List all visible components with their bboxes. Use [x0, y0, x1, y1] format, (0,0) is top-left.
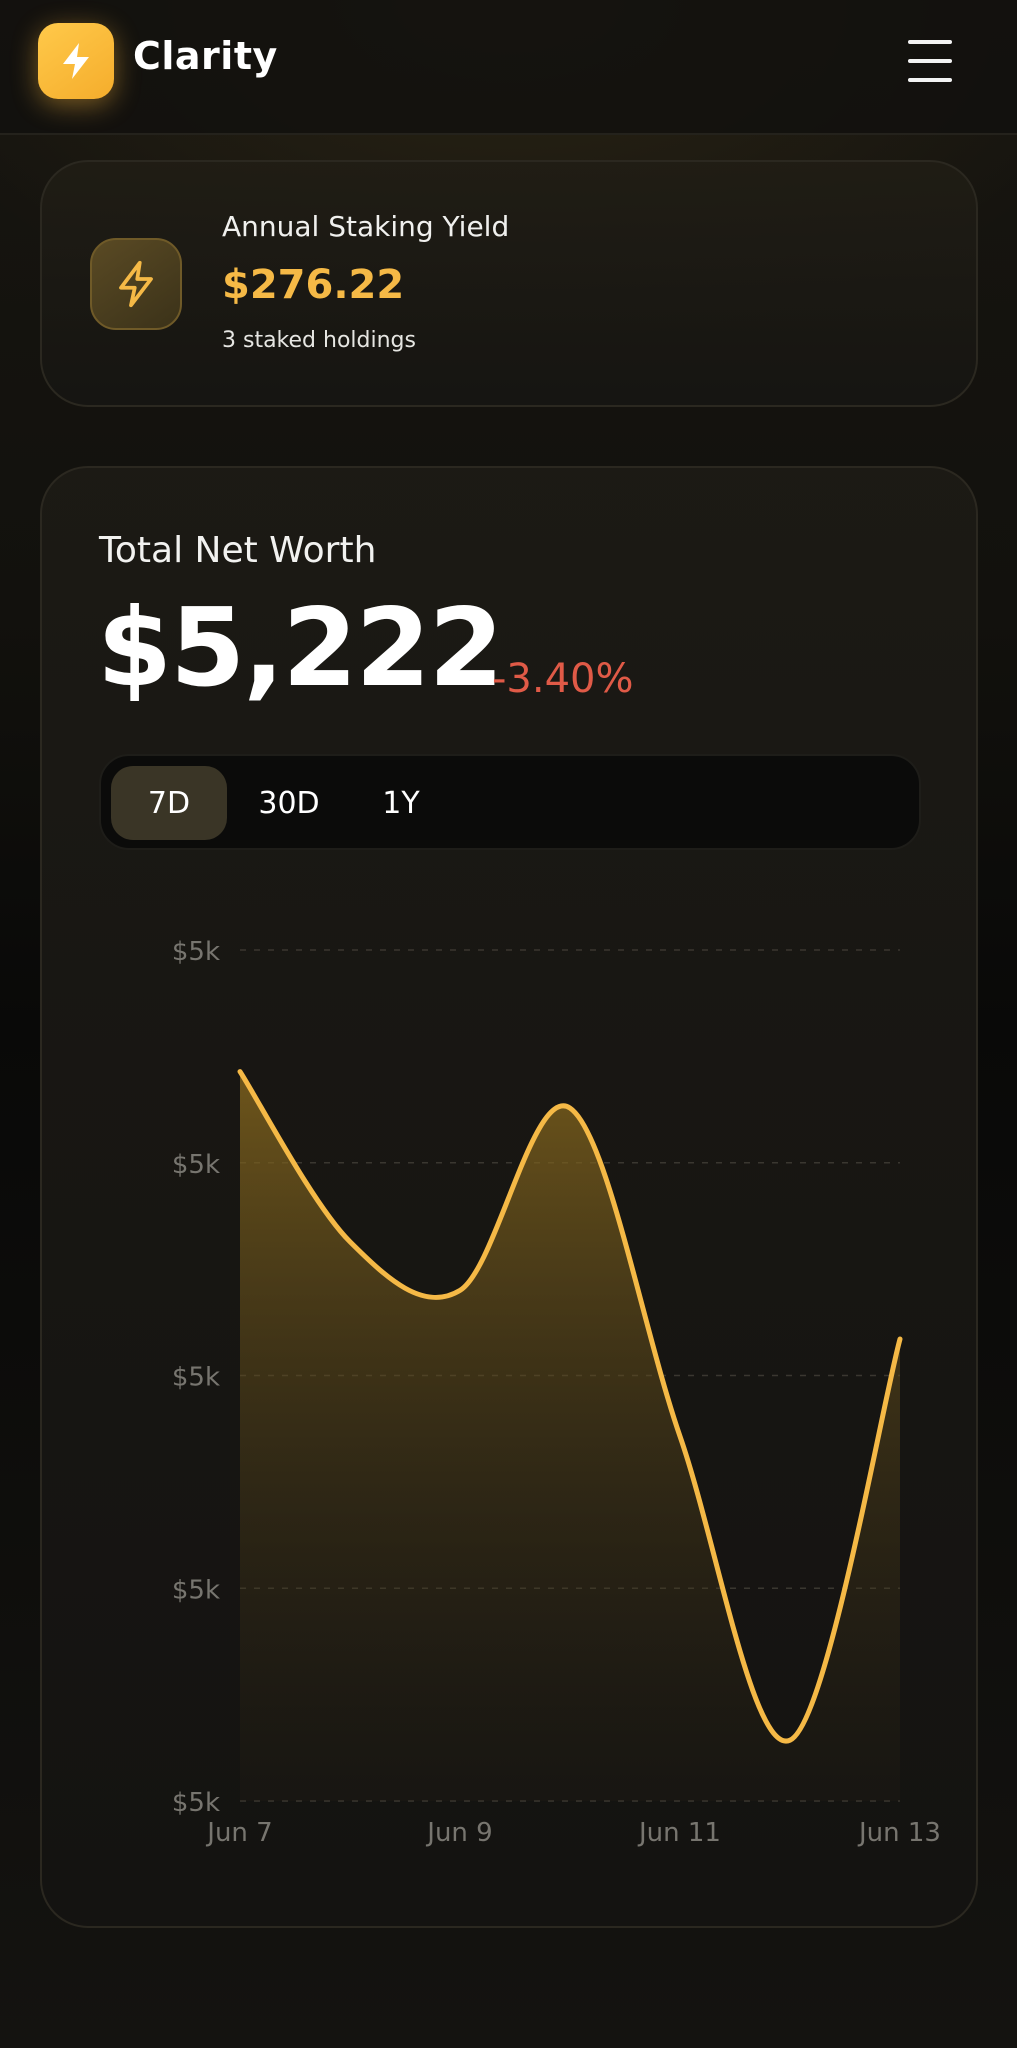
- y-tick-label: $5k: [172, 1150, 220, 1180]
- x-tick-label: Jun 9: [425, 1818, 492, 1848]
- bolt-icon: [63, 43, 89, 79]
- x-tick-label: Jun 13: [857, 1818, 941, 1848]
- hamburger-menu-icon[interactable]: [900, 36, 960, 86]
- x-tick-label: Jun 7: [205, 1818, 272, 1848]
- y-tick-label: $5k: [172, 1363, 220, 1393]
- x-tick-label: Jun 11: [637, 1818, 721, 1848]
- net-worth-chart[interactable]: $5k$5k$5k$5k$5kJun 7 Jun 9 Jun 11 Jun 13: [42, 468, 980, 1930]
- y-tick-label: $5k: [172, 1788, 220, 1818]
- series-area: [240, 1071, 900, 1801]
- staked-holdings-count: 3 staked holdings: [222, 328, 416, 353]
- bolt-outline-icon: [90, 238, 182, 330]
- staking-yield-card[interactable]: Annual Staking Yield $276.22 3 staked ho…: [40, 160, 978, 407]
- staking-yield-title: Annual Staking Yield: [222, 210, 510, 243]
- y-tick-label: $5k: [172, 1575, 220, 1605]
- brand-name: Clarity: [133, 34, 278, 78]
- app-header: Clarity: [0, 0, 1017, 135]
- y-tick-label: $5k: [172, 937, 220, 967]
- staking-yield-value: $276.22: [222, 262, 405, 308]
- net-worth-card: Total Net Worth $5,222 -3.40% 7D 30D 1Y …: [40, 466, 978, 1928]
- logo[interactable]: [38, 23, 114, 99]
